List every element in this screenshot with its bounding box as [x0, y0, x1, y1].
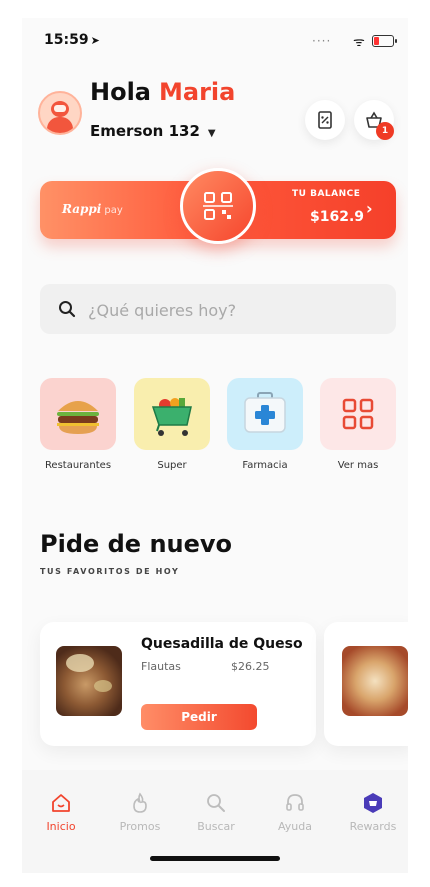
category-tile: [320, 378, 396, 450]
home-icon: [52, 794, 70, 812]
reorder-card-next[interactable]: [324, 622, 408, 746]
search-icon: [207, 794, 225, 812]
category-label: Restaurantes: [44, 460, 112, 471]
receipt-icon: [318, 111, 332, 129]
qr-code-icon: [203, 192, 233, 220]
nav-rewards[interactable]: Rewards: [338, 792, 408, 833]
category-label: Farmacia: [242, 460, 288, 471]
food-name: Quesadilla de Queso: [141, 636, 303, 652]
headset-icon: [286, 794, 304, 811]
rewards-icon: [364, 793, 382, 813]
burger-icon: [57, 401, 99, 434]
address-text: Emerson 132: [90, 122, 200, 140]
search-bar[interactable]: [40, 284, 396, 334]
category-label: Super: [157, 460, 187, 471]
food-image: [342, 646, 408, 716]
section-title: Pide de nuevo: [40, 530, 233, 558]
app-screen: 15:59 ➤ ···· ᯤ Hola Maria Emerson 132 ▼ 1 R…: [22, 18, 408, 873]
category-ver-mas[interactable]: Ver mas: [320, 378, 396, 471]
nav-label: Promos: [119, 820, 161, 833]
address-selector[interactable]: Emerson 132 ▼: [90, 122, 216, 140]
nav-label: Ayuda: [278, 820, 312, 833]
nav-label: Rewards: [349, 820, 397, 833]
user-name: Maria: [159, 78, 236, 106]
status-time: 15:59 ➤: [44, 32, 100, 48]
flame-icon: [133, 792, 147, 813]
category-tile: [134, 378, 210, 450]
category-tile: [227, 378, 303, 450]
home-indicator: [150, 856, 280, 861]
location-icon: ➤: [90, 34, 100, 47]
category-tile: [40, 378, 116, 450]
food-description: Flautas: [141, 660, 181, 673]
orders-button[interactable]: [305, 100, 345, 140]
search-icon: [59, 301, 76, 318]
balance-value: $162.9: [310, 209, 365, 225]
category-super[interactable]: Super: [134, 378, 210, 471]
category-restaurantes[interactable]: Restaurantes: [40, 378, 116, 471]
food-price: $26.25: [231, 660, 270, 673]
search-input[interactable]: [86, 296, 380, 324]
avatar[interactable]: [38, 91, 82, 135]
nav-label: Inicio: [46, 820, 76, 833]
section-subtitle: TUS FAVORITOS DE HOY: [40, 567, 180, 576]
category-farmacia[interactable]: Farmacia: [227, 378, 303, 471]
order-button[interactable]: Pedir: [141, 704, 257, 730]
chevron-down-icon: ▼: [207, 128, 216, 139]
nav-inicio[interactable]: Inicio: [26, 792, 96, 833]
status-bar: 15:59 ➤ ···· ᯤ: [22, 32, 408, 52]
balance-label: TU BALANCE: [292, 189, 361, 199]
nav-ayuda[interactable]: Ayuda: [260, 792, 330, 833]
greeting-text: Hola: [90, 78, 151, 106]
nav-label: Buscar: [197, 820, 235, 833]
food-image: [56, 646, 122, 716]
signal-icon: ····: [312, 34, 332, 48]
wifi-icon: ᯤ: [353, 35, 365, 50]
battery-icon: [372, 35, 397, 47]
shopping-cart-icon: [151, 398, 192, 436]
chevron-right-icon: ›: [366, 199, 373, 218]
reorder-card[interactable]: Quesadilla de Queso Flautas $26.25 Pedir: [40, 622, 316, 746]
rappi-pay-logo: Rappi pay: [62, 202, 123, 216]
nav-buscar[interactable]: Buscar: [181, 792, 251, 833]
greeting-heading: Hola Maria: [90, 78, 235, 106]
category-label: Ver mas: [337, 460, 379, 471]
grid-icon: [342, 398, 374, 430]
nav-promos[interactable]: Promos: [105, 792, 175, 833]
first-aid-kit-icon: [244, 392, 286, 433]
cart-count-badge: 1: [376, 122, 394, 140]
qr-scan-button[interactable]: [180, 168, 256, 244]
